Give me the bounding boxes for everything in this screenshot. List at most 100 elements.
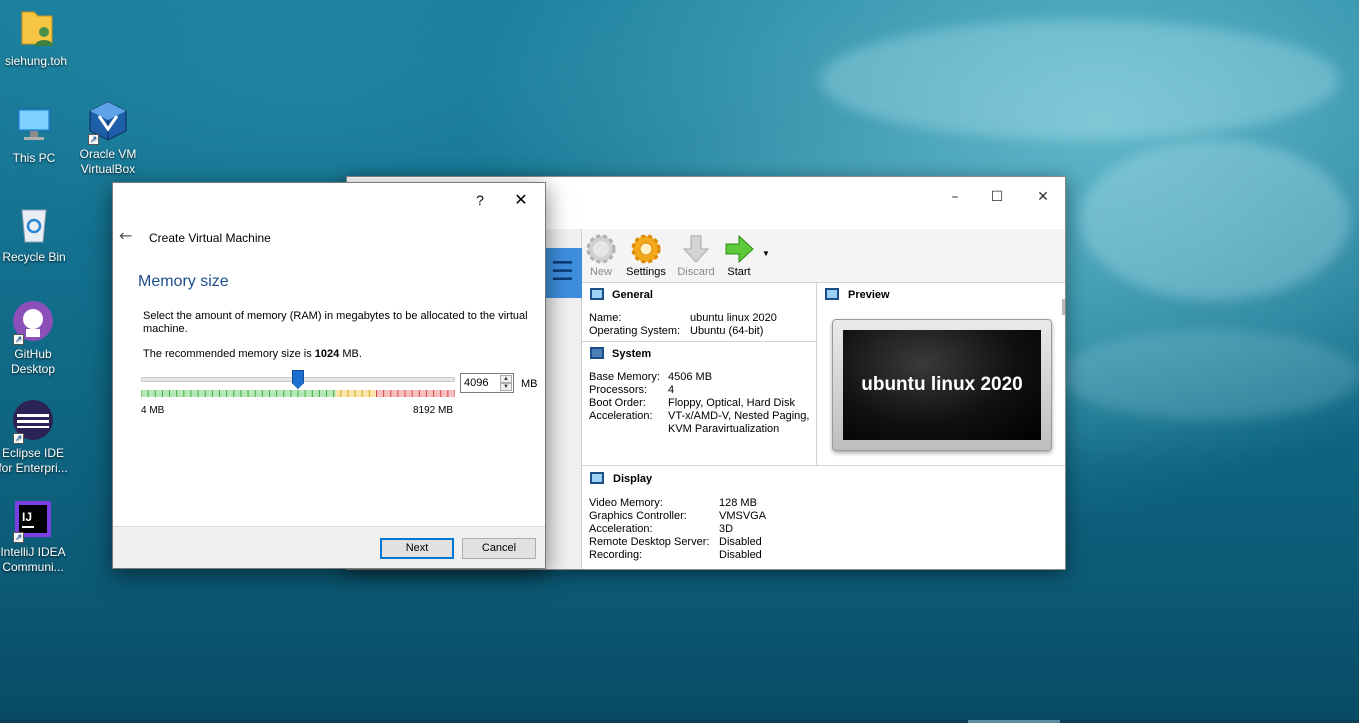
- minimize-button[interactable]: –: [932, 183, 978, 211]
- intellij-icon: IJ ↗: [11, 497, 55, 543]
- slider-band-1: [335, 390, 377, 397]
- desktop-icon-github[interactable]: ↗ GitHub Desktop: [0, 299, 69, 377]
- graphics-controller-value: VMSVGA: [719, 510, 767, 522]
- page-title: Memory size: [138, 273, 229, 290]
- computer-icon: [12, 103, 56, 147]
- display-section: Display Video Memory: 128 MB Graphics Co…: [582, 467, 1065, 571]
- system-chip-icon: [590, 347, 604, 359]
- desktop-icon-eclipse[interactable]: ↗ Eclipse IDE for Enterpri...: [0, 398, 69, 476]
- start-label: Start: [727, 266, 751, 278]
- start-arrow-icon: [723, 233, 755, 265]
- recommend-value: 1024: [314, 348, 340, 360]
- recording-label: Recording:: [589, 549, 643, 561]
- toolbar: New Settings Discard Start ▼: [582, 229, 1065, 283]
- system-section: System Base Memory: 4506 MB Processors: …: [582, 342, 817, 466]
- system-title[interactable]: System: [612, 348, 651, 360]
- next-button[interactable]: Next: [380, 538, 454, 559]
- display-monitor-icon: [590, 472, 604, 484]
- wallpaper-highlight: [820, 20, 1340, 140]
- back-arrow-icon[interactable]: ←: [119, 227, 137, 245]
- desktop-icon-label: Eclipse IDE for Enterpri...: [0, 446, 68, 475]
- discard-label: Discard: [677, 266, 715, 278]
- close-icon[interactable]: ✕: [509, 189, 533, 211]
- base-memory-label: Base Memory:: [589, 371, 660, 383]
- desktop-icon-label: siehung.toh: [4, 54, 68, 68]
- display-acceleration-label: Acceleration:: [589, 523, 653, 535]
- svg-text:IJ: IJ: [22, 510, 32, 524]
- recommend-suffix: MB.: [339, 348, 362, 360]
- general-details: Name: ubuntu linux 2020 Operating System…: [589, 312, 809, 342]
- memory-spinbox[interactable]: ▲ ▼: [460, 373, 514, 393]
- video-memory-label: Video Memory:: [589, 497, 663, 509]
- processors-value: 4: [668, 384, 675, 396]
- display-title[interactable]: Display: [613, 473, 652, 485]
- memory-description: Select the amount of memory (RAM) in meg…: [143, 310, 528, 335]
- start-dropdown-icon[interactable]: ▼: [762, 249, 770, 258]
- desktop-icon-recycle-bin[interactable]: Recycle Bin: [0, 202, 70, 265]
- video-memory-value: 128 MB: [719, 497, 757, 509]
- desktop-icon-intellij[interactable]: IJ ↗ IntelliJ IDEA Communi...: [0, 497, 69, 575]
- github-icon: ↗: [11, 299, 55, 345]
- preview-monitor-icon: [825, 288, 839, 300]
- display-acceleration-value: 3D: [719, 523, 734, 535]
- memory-slider-thumb[interactable]: [291, 370, 304, 389]
- preview-screen-text: ubuntu linux 2020: [843, 330, 1041, 440]
- create-vm-dialog: ? ✕ ← Create Virtual Machine Memory size…: [112, 182, 546, 569]
- desktop-icon-label: IntelliJ IDEA Communi...: [0, 545, 66, 574]
- recommended-memory-text: The recommended memory size is 1024 MB.: [143, 348, 362, 360]
- name-value: ubuntu linux 2020: [690, 312, 777, 324]
- shortcut-arrow-icon: ↗: [13, 532, 24, 543]
- memory-unit-label: MB: [521, 378, 538, 390]
- slider-band-2: [376, 390, 455, 397]
- recording-value: Disabled: [719, 549, 762, 561]
- recommend-prefix: The recommended memory size is: [143, 348, 315, 360]
- settings-button[interactable]: Settings: [621, 233, 671, 278]
- boot-order-label: Boot Order:: [589, 397, 646, 409]
- spin-up-icon[interactable]: ▲: [500, 375, 512, 383]
- recycle-bin-icon: [12, 202, 56, 246]
- general-title[interactable]: General: [612, 289, 653, 301]
- eclipse-icon: ↗: [11, 398, 55, 444]
- desktop-icon-this-pc[interactable]: This PC: [0, 103, 70, 166]
- memory-slider-ticks: [141, 390, 455, 397]
- name-label: Name:: [589, 312, 622, 324]
- display-details: Video Memory: 128 MB Graphics Controller…: [589, 497, 849, 567]
- preview-thumbnail: ubuntu linux 2020: [832, 319, 1052, 451]
- desktop-icon-label: Oracle VM VirtualBox: [79, 147, 137, 176]
- os-label: Operating System:: [589, 325, 681, 337]
- boot-order-value: Floppy, Optical, Hard Disk: [668, 397, 795, 409]
- dialog-footer: Next Cancel: [113, 526, 545, 568]
- settings-label: Settings: [626, 266, 666, 278]
- base-memory-value: 4506 MB: [668, 371, 713, 383]
- start-button[interactable]: Start: [714, 233, 764, 278]
- remote-desktop-label: Remote Desktop Server:: [589, 536, 710, 548]
- virtualbox-icon: ↗: [86, 99, 130, 145]
- shortcut-arrow-icon: ↗: [13, 433, 24, 444]
- processors-label: Processors:: [589, 384, 648, 396]
- new-button[interactable]: New: [576, 233, 626, 278]
- desktop-icon-label: Recycle Bin: [2, 250, 66, 264]
- slider-max-label: 8192 MB: [413, 405, 454, 416]
- maximize-button[interactable]: ☐: [974, 183, 1020, 211]
- wallpaper-highlight: [1080, 140, 1350, 300]
- user-folder-icon: [14, 6, 58, 50]
- os-value: Ubuntu (64-bit): [690, 325, 764, 337]
- settings-gear-icon: [630, 233, 662, 265]
- scrollbar-thumb[interactable]: [1062, 299, 1065, 315]
- remote-desktop-value: Disabled: [719, 536, 762, 548]
- shortcut-arrow-icon: ↗: [13, 334, 24, 345]
- help-button[interactable]: ?: [469, 189, 491, 211]
- spin-down-icon[interactable]: ▼: [500, 383, 512, 391]
- shortcut-arrow-icon: ↗: [88, 134, 99, 145]
- cancel-button[interactable]: Cancel: [462, 538, 536, 559]
- acceleration-value: VT-x/AMD-V, Nested Paging,: [668, 410, 810, 422]
- acceleration-label: Acceleration:: [589, 410, 653, 422]
- preview-title[interactable]: Preview: [848, 289, 890, 301]
- memory-input[interactable]: [461, 374, 499, 392]
- desktop-icon-user-folder[interactable]: siehung.toh: [0, 6, 72, 69]
- general-monitor-icon: [590, 288, 604, 300]
- close-button[interactable]: ✕: [1020, 183, 1066, 211]
- system-details: Base Memory: 4506 MB Processors: 4 Boot …: [589, 371, 814, 441]
- desktop-icon-virtualbox[interactable]: ↗ Oracle VM VirtualBox: [72, 99, 144, 177]
- wallpaper-highlight: [1060, 330, 1359, 420]
